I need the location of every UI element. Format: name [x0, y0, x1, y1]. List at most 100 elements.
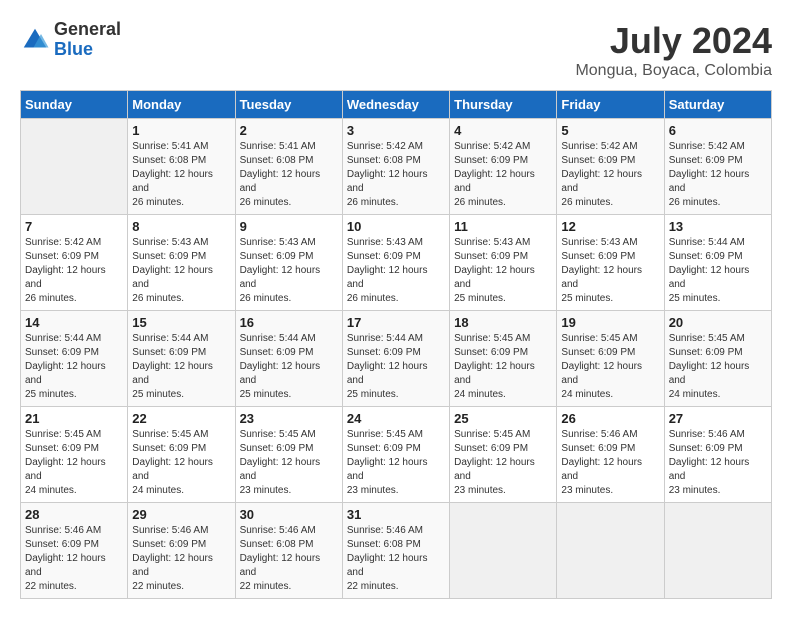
calendar-cell: 16 Sunrise: 5:44 AMSunset: 6:09 PMDaylig… [235, 311, 342, 407]
cell-info: Sunrise: 5:45 AMSunset: 6:09 PMDaylight:… [132, 428, 230, 498]
calendar-cell: 24 Sunrise: 5:45 AMSunset: 6:09 PMDaylig… [342, 407, 449, 503]
logo-text: General Blue [54, 20, 121, 60]
day-number: 21 [25, 411, 123, 426]
day-number: 18 [454, 315, 552, 330]
calendar-cell: 19 Sunrise: 5:45 AMSunset: 6:09 PMDaylig… [557, 311, 664, 407]
calendar-cell: 1 Sunrise: 5:41 AMSunset: 6:08 PMDayligh… [128, 119, 235, 215]
calendar-cell: 29 Sunrise: 5:46 AMSunset: 6:09 PMDaylig… [128, 503, 235, 599]
day-number: 8 [132, 219, 230, 234]
day-number: 25 [454, 411, 552, 426]
cell-info: Sunrise: 5:43 AMSunset: 6:09 PMDaylight:… [454, 236, 552, 306]
calendar-week-5: 28 Sunrise: 5:46 AMSunset: 6:09 PMDaylig… [21, 503, 772, 599]
day-number: 20 [669, 315, 767, 330]
cell-info: Sunrise: 5:45 AMSunset: 6:09 PMDaylight:… [561, 332, 659, 402]
day-number: 2 [240, 123, 338, 138]
cell-info: Sunrise: 5:45 AMSunset: 6:09 PMDaylight:… [454, 332, 552, 402]
cell-info: Sunrise: 5:43 AMSunset: 6:09 PMDaylight:… [347, 236, 445, 306]
day-number: 4 [454, 123, 552, 138]
logo-icon [20, 25, 50, 55]
col-thursday: Thursday [450, 91, 557, 119]
calendar-table: Sunday Monday Tuesday Wednesday Thursday… [20, 90, 772, 599]
calendar-cell: 20 Sunrise: 5:45 AMSunset: 6:09 PMDaylig… [664, 311, 771, 407]
calendar-cell: 23 Sunrise: 5:45 AMSunset: 6:09 PMDaylig… [235, 407, 342, 503]
col-monday: Monday [128, 91, 235, 119]
calendar-cell: 7 Sunrise: 5:42 AMSunset: 6:09 PMDayligh… [21, 215, 128, 311]
calendar-cell [21, 119, 128, 215]
month-year: July 2024 [575, 20, 772, 62]
day-number: 27 [669, 411, 767, 426]
day-number: 14 [25, 315, 123, 330]
day-number: 17 [347, 315, 445, 330]
calendar-cell: 17 Sunrise: 5:44 AMSunset: 6:09 PMDaylig… [342, 311, 449, 407]
calendar-week-2: 7 Sunrise: 5:42 AMSunset: 6:09 PMDayligh… [21, 215, 772, 311]
day-number: 30 [240, 507, 338, 522]
cell-info: Sunrise: 5:43 AMSunset: 6:09 PMDaylight:… [240, 236, 338, 306]
day-number: 24 [347, 411, 445, 426]
day-number: 31 [347, 507, 445, 522]
day-number: 13 [669, 219, 767, 234]
page-header: General Blue July 2024 Mongua, Boyaca, C… [20, 20, 772, 80]
calendar-cell: 18 Sunrise: 5:45 AMSunset: 6:09 PMDaylig… [450, 311, 557, 407]
calendar-cell: 6 Sunrise: 5:42 AMSunset: 6:09 PMDayligh… [664, 119, 771, 215]
calendar-week-1: 1 Sunrise: 5:41 AMSunset: 6:08 PMDayligh… [21, 119, 772, 215]
cell-info: Sunrise: 5:46 AMSunset: 6:08 PMDaylight:… [240, 524, 338, 594]
calendar-cell: 3 Sunrise: 5:42 AMSunset: 6:08 PMDayligh… [342, 119, 449, 215]
day-number: 16 [240, 315, 338, 330]
calendar-cell: 10 Sunrise: 5:43 AMSunset: 6:09 PMDaylig… [342, 215, 449, 311]
calendar-cell [557, 503, 664, 599]
calendar-cell: 28 Sunrise: 5:46 AMSunset: 6:09 PMDaylig… [21, 503, 128, 599]
col-sunday: Sunday [21, 91, 128, 119]
col-friday: Friday [557, 91, 664, 119]
day-number: 23 [240, 411, 338, 426]
cell-info: Sunrise: 5:44 AMSunset: 6:09 PMDaylight:… [669, 236, 767, 306]
calendar-header-row: Sunday Monday Tuesday Wednesday Thursday… [21, 91, 772, 119]
cell-info: Sunrise: 5:46 AMSunset: 6:08 PMDaylight:… [347, 524, 445, 594]
day-number: 1 [132, 123, 230, 138]
calendar-cell: 15 Sunrise: 5:44 AMSunset: 6:09 PMDaylig… [128, 311, 235, 407]
calendar-cell [450, 503, 557, 599]
cell-info: Sunrise: 5:41 AMSunset: 6:08 PMDaylight:… [240, 140, 338, 210]
cell-info: Sunrise: 5:45 AMSunset: 6:09 PMDaylight:… [454, 428, 552, 498]
title-section: July 2024 Mongua, Boyaca, Colombia [575, 20, 772, 80]
calendar-cell: 27 Sunrise: 5:46 AMSunset: 6:09 PMDaylig… [664, 407, 771, 503]
day-number: 12 [561, 219, 659, 234]
cell-info: Sunrise: 5:42 AMSunset: 6:09 PMDaylight:… [25, 236, 123, 306]
day-number: 7 [25, 219, 123, 234]
cell-info: Sunrise: 5:46 AMSunset: 6:09 PMDaylight:… [561, 428, 659, 498]
calendar-cell: 11 Sunrise: 5:43 AMSunset: 6:09 PMDaylig… [450, 215, 557, 311]
cell-info: Sunrise: 5:43 AMSunset: 6:09 PMDaylight:… [132, 236, 230, 306]
calendar-cell: 30 Sunrise: 5:46 AMSunset: 6:08 PMDaylig… [235, 503, 342, 599]
calendar-cell: 4 Sunrise: 5:42 AMSunset: 6:09 PMDayligh… [450, 119, 557, 215]
day-number: 29 [132, 507, 230, 522]
calendar-cell: 26 Sunrise: 5:46 AMSunset: 6:09 PMDaylig… [557, 407, 664, 503]
calendar-cell [664, 503, 771, 599]
calendar-cell: 5 Sunrise: 5:42 AMSunset: 6:09 PMDayligh… [557, 119, 664, 215]
cell-info: Sunrise: 5:45 AMSunset: 6:09 PMDaylight:… [347, 428, 445, 498]
calendar-cell: 21 Sunrise: 5:45 AMSunset: 6:09 PMDaylig… [21, 407, 128, 503]
day-number: 5 [561, 123, 659, 138]
cell-info: Sunrise: 5:46 AMSunset: 6:09 PMDaylight:… [132, 524, 230, 594]
day-number: 22 [132, 411, 230, 426]
calendar-cell: 2 Sunrise: 5:41 AMSunset: 6:08 PMDayligh… [235, 119, 342, 215]
cell-info: Sunrise: 5:42 AMSunset: 6:09 PMDaylight:… [454, 140, 552, 210]
cell-info: Sunrise: 5:44 AMSunset: 6:09 PMDaylight:… [25, 332, 123, 402]
cell-info: Sunrise: 5:46 AMSunset: 6:09 PMDaylight:… [25, 524, 123, 594]
logo: General Blue [20, 20, 121, 60]
cell-info: Sunrise: 5:44 AMSunset: 6:09 PMDaylight:… [240, 332, 338, 402]
day-number: 11 [454, 219, 552, 234]
cell-info: Sunrise: 5:43 AMSunset: 6:09 PMDaylight:… [561, 236, 659, 306]
cell-info: Sunrise: 5:44 AMSunset: 6:09 PMDaylight:… [132, 332, 230, 402]
day-number: 15 [132, 315, 230, 330]
calendar-cell: 22 Sunrise: 5:45 AMSunset: 6:09 PMDaylig… [128, 407, 235, 503]
col-wednesday: Wednesday [342, 91, 449, 119]
calendar-cell: 25 Sunrise: 5:45 AMSunset: 6:09 PMDaylig… [450, 407, 557, 503]
day-number: 19 [561, 315, 659, 330]
day-number: 9 [240, 219, 338, 234]
location: Mongua, Boyaca, Colombia [575, 62, 772, 80]
calendar-cell: 8 Sunrise: 5:43 AMSunset: 6:09 PMDayligh… [128, 215, 235, 311]
day-number: 26 [561, 411, 659, 426]
calendar-cell: 31 Sunrise: 5:46 AMSunset: 6:08 PMDaylig… [342, 503, 449, 599]
calendar-cell: 12 Sunrise: 5:43 AMSunset: 6:09 PMDaylig… [557, 215, 664, 311]
col-tuesday: Tuesday [235, 91, 342, 119]
day-number: 10 [347, 219, 445, 234]
